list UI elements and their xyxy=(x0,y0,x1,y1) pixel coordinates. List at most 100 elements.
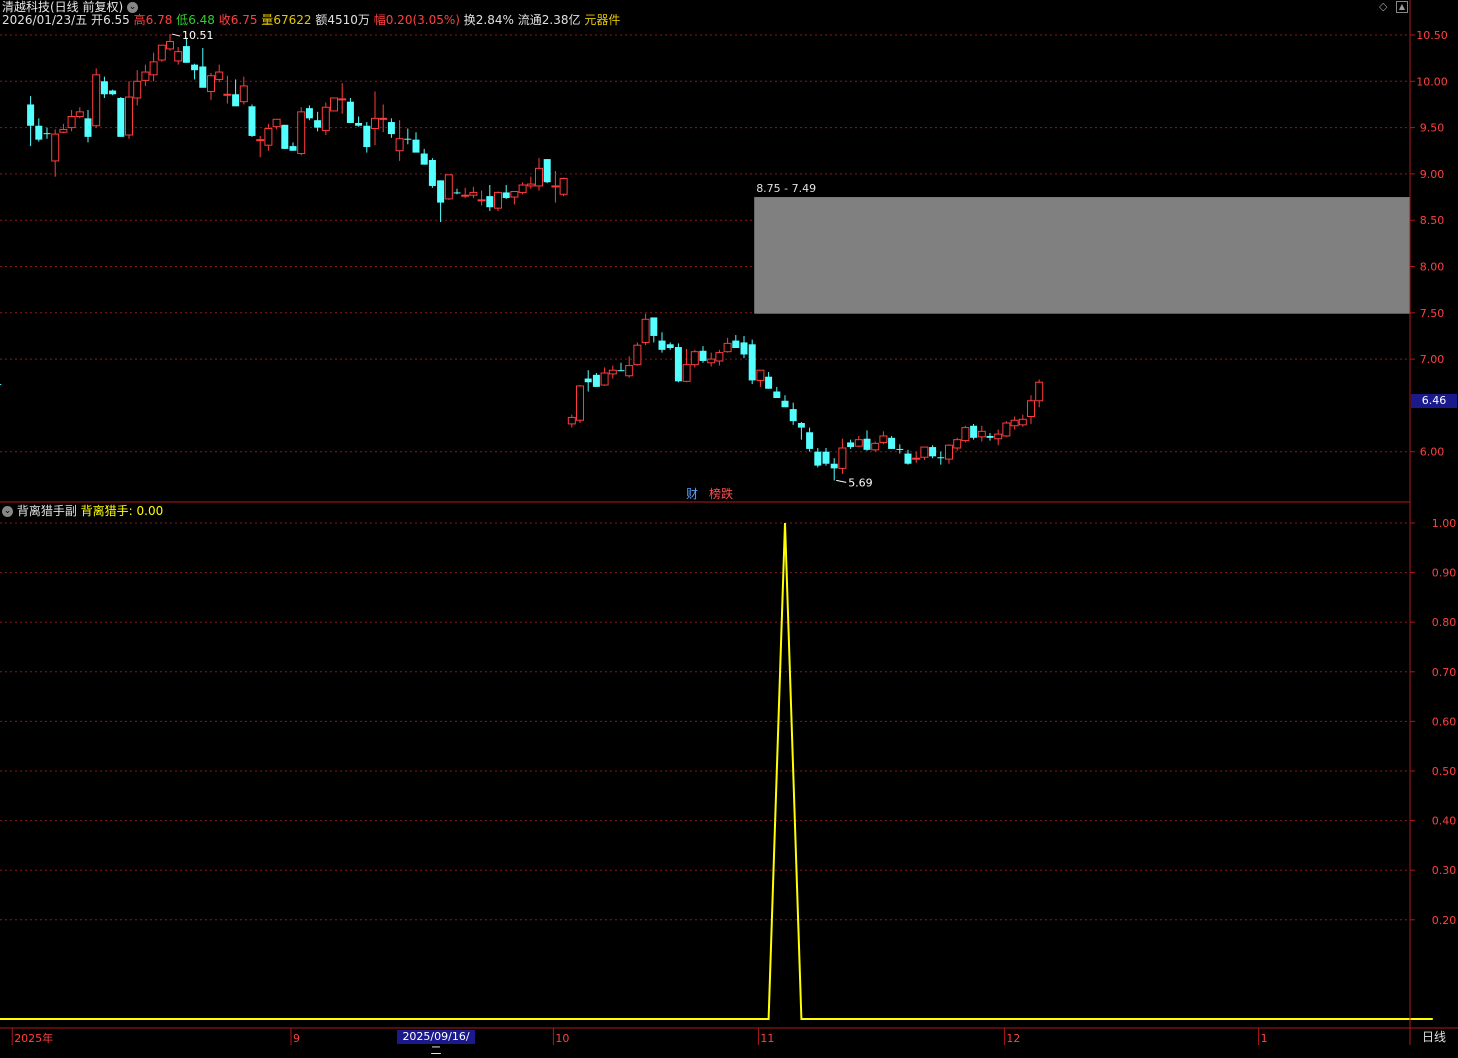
low-price-marker: 5.69 xyxy=(848,476,873,489)
candle-body xyxy=(232,94,240,107)
candle-body xyxy=(0,384,2,386)
candle-body xyxy=(314,120,322,128)
sector-label[interactable]: 元器件 xyxy=(584,13,620,27)
candle-body xyxy=(937,457,945,459)
quote-date: 2026/01/23/五 xyxy=(2,13,88,27)
candle-body xyxy=(207,75,215,92)
candle-body xyxy=(920,446,929,458)
candle-body xyxy=(355,122,363,126)
candle-body xyxy=(43,133,51,135)
y-tick-label: 0.20 xyxy=(1432,914,1457,927)
candle-body xyxy=(986,435,994,438)
candle-body xyxy=(658,340,666,350)
crosshair-date-label: 2025/09/16/二 xyxy=(397,1030,475,1057)
candle-body xyxy=(125,96,133,136)
candle-body xyxy=(592,374,600,387)
candle-body xyxy=(51,133,60,162)
candle-body xyxy=(723,342,732,353)
high-value: 6.78 xyxy=(145,13,173,27)
board-tag[interactable]: 榜跌 xyxy=(709,487,733,501)
candle-body xyxy=(363,125,371,148)
candle-body xyxy=(149,61,158,76)
y-tick-label: 9.50 xyxy=(1420,122,1445,135)
y-tick-label: 0.50 xyxy=(1432,765,1457,778)
candle-body xyxy=(191,64,199,71)
candle-body xyxy=(264,128,273,146)
candle-body xyxy=(633,344,642,366)
float-value: 2.38亿 xyxy=(541,13,581,27)
volume-value: 67622 xyxy=(273,13,312,27)
y-tick-label: 7.50 xyxy=(1420,307,1445,320)
low-label: 低 xyxy=(176,13,189,27)
candle-body xyxy=(559,178,568,195)
open-label: 开 xyxy=(91,13,104,27)
x-tick-label: 1 xyxy=(1261,1032,1268,1045)
candle-body xyxy=(92,74,101,127)
candle-body xyxy=(141,71,150,81)
y-tick-label: 7.00 xyxy=(1420,353,1445,366)
candle-body xyxy=(715,352,724,362)
candle-body xyxy=(223,93,232,96)
candle-body xyxy=(437,180,445,203)
subpanel-title-line: ⌄ 背离猎手副 背离猎手: 0.00 xyxy=(2,504,163,518)
candle-body xyxy=(428,160,436,186)
amount-value: 4510万 xyxy=(327,13,370,27)
indicator-value: 0.00 xyxy=(136,504,164,518)
candle-body xyxy=(297,111,306,155)
subpanel-title[interactable]: 背离猎手副 xyxy=(17,504,77,518)
candle-body xyxy=(961,427,970,442)
high-price-marker: 10.51 xyxy=(182,29,214,42)
candle-body xyxy=(75,111,84,117)
candle-body xyxy=(756,369,765,381)
candle-body xyxy=(494,191,502,209)
candle-body xyxy=(199,66,207,88)
candle-body xyxy=(109,90,117,95)
candle-body xyxy=(182,46,190,63)
candle-body xyxy=(281,124,289,149)
diamond-icon[interactable]: ◇ xyxy=(1379,0,1387,13)
candle-body xyxy=(699,350,707,361)
candle-body xyxy=(27,104,35,126)
candle-body xyxy=(330,97,338,112)
finance-tag[interactable]: 财 xyxy=(686,487,698,501)
scroll-up-icon[interactable]: ▲ xyxy=(1396,1,1408,13)
candle-body xyxy=(584,378,592,383)
candle-body xyxy=(576,385,584,421)
candle-body xyxy=(256,139,265,142)
kline-chart-canvas[interactable]: 10.5010.009.509.008.508.007.507.006.00 1… xyxy=(0,0,1458,1045)
candle-body xyxy=(477,199,486,202)
turnover-label: 换 xyxy=(463,13,476,27)
chevron-down-icon[interactable]: ⌄ xyxy=(127,2,139,13)
change-label: 幅 xyxy=(373,13,386,27)
candle-body xyxy=(707,358,716,364)
y-tick-label: 9.00 xyxy=(1420,168,1445,181)
y-tick-label: 6.00 xyxy=(1420,446,1445,459)
y-tick-label: 0.90 xyxy=(1432,567,1457,580)
candle-body xyxy=(904,453,912,464)
candle-body xyxy=(453,192,461,194)
period-label[interactable]: 日线 xyxy=(1422,1030,1446,1044)
candle-body xyxy=(830,463,838,469)
candle-body xyxy=(608,369,617,375)
candle-body xyxy=(502,192,510,198)
stock-title[interactable]: 清越科技(日线 前复权) ⌄ xyxy=(2,0,139,14)
x-tick-label: 12 xyxy=(1006,1032,1020,1045)
candle-body xyxy=(789,409,797,422)
y-tick-label: 10.50 xyxy=(1416,29,1448,42)
candle-body xyxy=(59,128,68,133)
x-tick-label: 11 xyxy=(760,1032,774,1045)
y-tick-label: 0.70 xyxy=(1432,666,1457,679)
change-value: 0.20(3.05%) xyxy=(385,13,460,27)
y-tick-label: 0.80 xyxy=(1432,616,1457,629)
candle-body xyxy=(379,117,388,120)
candle-body xyxy=(822,451,830,464)
chevron-down-icon[interactable]: ⌄ xyxy=(2,506,13,517)
volume-label: 量 xyxy=(261,13,274,27)
candle-body xyxy=(133,80,142,99)
candle-body xyxy=(567,416,576,425)
candle-body xyxy=(994,433,1003,440)
candle-body xyxy=(461,194,470,197)
candle-body xyxy=(650,317,658,336)
candle-body xyxy=(682,364,691,382)
candle-body xyxy=(863,438,871,450)
